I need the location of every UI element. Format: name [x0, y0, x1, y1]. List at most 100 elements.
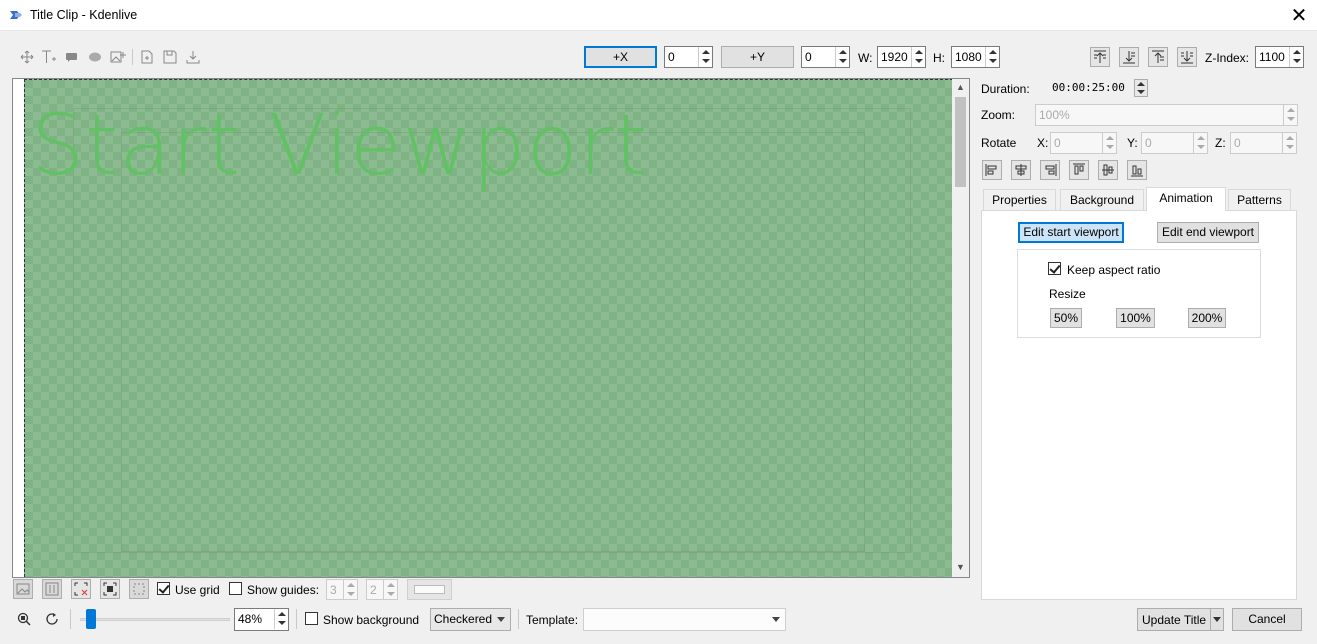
lower-icon[interactable]: [1119, 47, 1139, 67]
scroll-up-icon[interactable]: ▲: [956, 83, 965, 92]
show-guides-checkbox[interactable]: [229, 582, 242, 595]
resize-100-button[interactable]: 100%: [1116, 308, 1155, 328]
rotate-z-value: 0: [1234, 136, 1241, 150]
raise-icon[interactable]: [1148, 47, 1168, 67]
resize-label: Resize: [1049, 287, 1086, 301]
plus-x-button[interactable]: +X: [584, 46, 657, 68]
zindex-spinbox[interactable]: 1100: [1255, 46, 1304, 68]
update-title-label: Update Title: [1142, 613, 1207, 627]
keep-aspect-ratio-checkbox[interactable]: [1048, 262, 1061, 275]
close-icon[interactable]: ✕: [1287, 4, 1311, 28]
align-hcenter-icon[interactable]: [1011, 160, 1031, 180]
title-canvas[interactable]: Start Viewport: [24, 79, 953, 577]
spin-arrows-icon[interactable]: [343, 580, 357, 600]
zoom-reset-icon[interactable]: [44, 611, 60, 627]
background-mode-dropdown[interactable]: Checkered: [430, 608, 511, 631]
width-value: 1920: [881, 50, 908, 64]
rotate-y-spinbox[interactable]: 0: [1141, 132, 1208, 154]
canvas-vertical-scrollbar[interactable]: ▲ ▼: [952, 79, 969, 577]
align-top-icon[interactable]: [1069, 160, 1089, 180]
height-spinbox[interactable]: 1080: [951, 46, 1000, 68]
add-ellipse-icon[interactable]: [87, 49, 103, 65]
spin-arrows-icon[interactable]: [1282, 133, 1296, 153]
save-as-icon[interactable]: [162, 49, 178, 65]
spin-arrows-icon[interactable]: [1289, 47, 1303, 67]
height-label: H:: [933, 51, 945, 65]
plus-y-button[interactable]: +Y: [721, 46, 794, 68]
rotate-label: Rotate: [981, 136, 1017, 150]
rotate-z-label: Z:: [1215, 136, 1226, 150]
spin-arrows-icon[interactable]: [1102, 133, 1116, 153]
update-title-button[interactable]: Update Title: [1137, 608, 1224, 631]
tab-background[interactable]: Background: [1060, 189, 1144, 211]
align-bottom-icon[interactable]: [1127, 160, 1147, 180]
rotate-z-spinbox[interactable]: 0: [1230, 132, 1297, 154]
selection-frame-icon[interactable]: [129, 579, 149, 599]
rotate-x-spinbox[interactable]: 0: [1050, 132, 1117, 154]
zoom-percent-spinbox[interactable]: 48%: [234, 608, 289, 631]
text-toggle-icon[interactable]: [42, 579, 62, 599]
kdenlive-app-icon: [10, 11, 22, 19]
template-dropdown[interactable]: [583, 608, 786, 631]
zoom-percent-value: 48%: [238, 612, 263, 626]
spin-arrows-icon[interactable]: [1283, 105, 1297, 125]
split-divider: [1210, 609, 1211, 630]
cancel-button[interactable]: Cancel: [1232, 608, 1302, 631]
add-text-icon[interactable]: [41, 49, 57, 65]
spin-arrows-icon[interactable]: [274, 609, 288, 629]
y-position-spinbox[interactable]: 0: [801, 46, 850, 68]
width-spinbox[interactable]: 1920: [877, 46, 926, 68]
rotate-y-label: Y:: [1127, 136, 1138, 150]
lower-to-bottom-icon[interactable]: [1177, 47, 1197, 67]
title-canvas-view[interactable]: Start Viewport ▲ ▼: [12, 78, 970, 578]
spin-arrows-icon[interactable]: [985, 47, 999, 67]
duration-value[interactable]: 00:00:25:00: [1052, 81, 1125, 94]
tab-animation[interactable]: Animation: [1146, 187, 1226, 211]
zoom-spinbox[interactable]: 100%: [1035, 104, 1298, 126]
select-move-icon[interactable]: [19, 49, 35, 65]
add-image-icon[interactable]: [110, 49, 126, 65]
spin-arrows-icon[interactable]: [835, 47, 849, 67]
spin-arrows-icon[interactable]: [698, 47, 712, 67]
chevron-down-icon[interactable]: [1213, 617, 1221, 622]
zoom-slider-track[interactable]: [80, 618, 230, 621]
x-position-spinbox[interactable]: 0: [664, 46, 713, 68]
resize-200-button[interactable]: 200%: [1188, 308, 1226, 328]
show-background-checkbox[interactable]: [305, 612, 318, 625]
spin-arrows-icon[interactable]: [383, 580, 397, 600]
resize-50-button[interactable]: 50%: [1050, 308, 1082, 328]
scroll-down-icon[interactable]: ▼: [956, 563, 965, 572]
edit-end-viewport-button[interactable]: Edit end viewport: [1157, 222, 1259, 243]
align-right-icon[interactable]: [1040, 160, 1060, 180]
use-grid-checkbox[interactable]: [157, 582, 170, 595]
tab-patterns[interactable]: Patterns: [1228, 189, 1291, 211]
bottom-separator: [70, 609, 71, 629]
guide-color-button[interactable]: [407, 579, 452, 600]
guides-horizontal-spinbox[interactable]: 3: [326, 579, 358, 600]
open-document-icon[interactable]: [139, 49, 155, 65]
start-viewport-text[interactable]: Start Viewport: [31, 96, 648, 194]
keep-aspect-ratio-label: Keep aspect ratio: [1067, 263, 1161, 277]
scrollbar-thumb[interactable]: [955, 97, 966, 187]
template-label: Template:: [526, 613, 579, 627]
edit-start-viewport-button[interactable]: Edit start viewport: [1018, 222, 1124, 243]
guides-horizontal-value: 3: [330, 583, 337, 597]
download-icon[interactable]: [185, 49, 201, 65]
zoom-slider-handle[interactable]: [86, 609, 96, 629]
align-vcenter-icon[interactable]: [1098, 160, 1118, 180]
spin-arrows-icon[interactable]: [1193, 133, 1207, 153]
show-guides-label: Show guides:: [247, 583, 320, 597]
raise-to-top-icon[interactable]: [1090, 47, 1110, 67]
zoom-fit-icon[interactable]: [16, 611, 32, 627]
show-image-toggle-icon[interactable]: [13, 579, 33, 599]
guides-vertical-spinbox[interactable]: 2: [366, 579, 398, 600]
align-left-icon[interactable]: [982, 160, 1002, 180]
tab-properties[interactable]: Properties: [983, 189, 1056, 211]
duration-spin-arrows-icon[interactable]: [1134, 79, 1148, 97]
select-all-icon[interactable]: [100, 579, 120, 599]
background-mode-value: Checkered: [434, 612, 493, 626]
duration-label: Duration:: [981, 82, 1030, 96]
spin-arrows-icon[interactable]: [911, 47, 925, 67]
add-rectangle-icon[interactable]: [64, 49, 80, 65]
unselect-all-icon[interactable]: [71, 579, 91, 599]
